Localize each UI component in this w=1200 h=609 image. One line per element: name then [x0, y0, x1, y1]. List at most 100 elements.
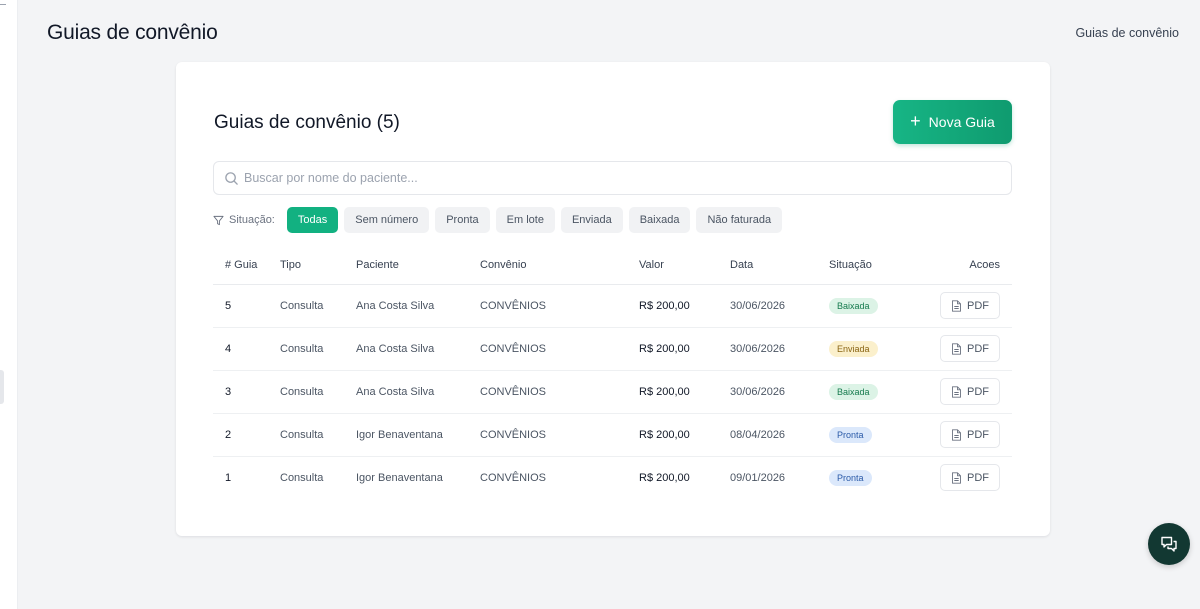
filter-label-group: Situação:: [213, 214, 275, 226]
cell-convenio: CONVÊNIOS: [480, 471, 547, 484]
status-badge: Pronta: [829, 469, 872, 486]
status-badge: Baixada: [829, 297, 878, 314]
status-badge: Pronta: [829, 426, 872, 443]
sidebar-collapse-handle[interactable]: [0, 370, 4, 404]
cell-data: 09/01/2026: [730, 471, 786, 484]
col-header-acoes: Acoes: [909, 246, 1012, 285]
cell-guia: 1: [225, 471, 232, 484]
cell-data: 30/06/2026: [730, 327, 829, 371]
cell-situacao: Enviada: [829, 327, 909, 371]
col-header-paciente[interactable]: Paciente: [356, 246, 480, 285]
pdf-label: PDF: [967, 385, 989, 398]
cell-data: 30/06/2026: [730, 370, 829, 414]
left-sidebar-strip: [0, 0, 18, 609]
pdf-button[interactable]: PDF: [940, 421, 1000, 448]
filter-chip-nao-faturada[interactable]: Não faturada: [696, 207, 783, 233]
filter-chip-todas[interactable]: Todas: [286, 207, 339, 233]
cell-guia: 4: [213, 327, 280, 371]
table-row[interactable]: 4 Consulta Ana Costa Silva CONVÊNIOS R$ …: [213, 327, 1012, 371]
new-guide-button[interactable]: + Nova Guia: [893, 100, 1012, 144]
search-icon: [225, 172, 238, 185]
search-box[interactable]: [213, 161, 1012, 195]
table-header-row: # Guia Tipo Paciente Convênio Valor Data…: [213, 246, 1012, 285]
plus-icon: +: [910, 111, 921, 131]
cell-valor: R$ 200,00: [639, 370, 730, 414]
cell-guia: 3: [213, 370, 280, 414]
card-title: Guias de convênio (5): [214, 112, 400, 133]
sidebar-tick: [0, 4, 6, 5]
pdf-button[interactable]: PDF: [940, 292, 1000, 319]
cell-convenio: CONVÊNIOS: [480, 327, 639, 371]
status-badge: Baixada: [829, 383, 878, 400]
cell-situacao: Baixada: [829, 370, 909, 414]
pdf-button[interactable]: PDF: [940, 464, 1000, 492]
cell-convenio: CONVÊNIOS: [480, 284, 639, 328]
table-row[interactable]: 1 Consulta Igor Benaventana CONVÊNIOS R$…: [213, 456, 1012, 499]
filter-chip-baixada[interactable]: Baixada: [628, 207, 691, 233]
chat-button[interactable]: [1148, 523, 1190, 565]
cell-convenio: CONVÊNIOS: [480, 370, 639, 414]
cell-paciente: Igor Benaventana: [356, 471, 443, 484]
filter-chip-pronta[interactable]: Pronta: [435, 207, 490, 233]
table-row[interactable]: 2 Consulta Igor Benaventana CONVÊNIOS R$…: [213, 413, 1012, 457]
new-guide-label: Nova Guia: [928, 114, 995, 130]
pdf-label: PDF: [967, 471, 989, 484]
file-icon: [952, 385, 961, 398]
page-header: Guias de convênio Guias de convênio: [18, 0, 1200, 62]
cell-acoes: PDF: [909, 413, 1012, 457]
cell-paciente: Ana Costa Silva: [356, 284, 480, 328]
cell-valor: R$ 200,00: [639, 471, 690, 484]
cell-tipo: Consulta: [280, 413, 356, 457]
col-header-situacao[interactable]: Situação: [829, 246, 909, 285]
filter-chip-em-lote[interactable]: Em lote: [495, 207, 555, 233]
filter-icon: [213, 215, 224, 225]
chat-icon: [1161, 536, 1177, 552]
filter-chip-enviada[interactable]: Enviada: [560, 207, 623, 233]
cell-valor: R$ 200,00: [639, 327, 730, 371]
cell-acoes: PDF: [909, 327, 1012, 371]
cell-situacao: Pronta: [829, 413, 909, 457]
status-filters: Situação: Todas Sem número Pronta Em lot…: [213, 207, 783, 233]
file-icon: [952, 342, 961, 355]
cell-valor: R$ 200,00: [639, 413, 730, 457]
col-header-guia[interactable]: # Guia: [213, 246, 280, 285]
col-header-data[interactable]: Data: [730, 246, 829, 285]
cell-data: 08/04/2026: [730, 413, 829, 457]
cell-data: 30/06/2026: [730, 284, 829, 328]
cell-valor: R$ 200,00: [639, 284, 730, 328]
pdf-label: PDF: [967, 342, 989, 355]
table-row[interactable]: 3 Consulta Ana Costa Silva CONVÊNIOS R$ …: [213, 370, 1012, 414]
cell-acoes: PDF: [909, 370, 1012, 414]
cell-tipo: Consulta: [280, 284, 356, 328]
guides-table: # Guia Tipo Paciente Convênio Valor Data…: [213, 246, 1012, 499]
breadcrumb[interactable]: Guias de convênio: [1075, 26, 1179, 40]
pdf-button[interactable]: PDF: [940, 378, 1000, 405]
file-icon: [952, 472, 961, 484]
guides-card: Guias de convênio (5) + Nova Guia Situaç…: [176, 62, 1050, 536]
col-header-valor[interactable]: Valor: [639, 246, 730, 285]
file-icon: [952, 428, 961, 441]
pdf-label: PDF: [967, 299, 989, 312]
cell-situacao: Baixada: [829, 284, 909, 328]
cell-paciente: Ana Costa Silva: [356, 327, 480, 371]
status-badge: Enviada: [829, 340, 878, 357]
pdf-button[interactable]: PDF: [940, 335, 1000, 362]
cell-guia: 2: [213, 413, 280, 457]
filter-chip-sem-numero[interactable]: Sem número: [344, 207, 430, 233]
col-header-convenio[interactable]: Convênio: [480, 246, 639, 285]
cell-acoes: PDF: [909, 456, 1012, 499]
filter-label: Situação:: [229, 214, 275, 226]
col-header-tipo[interactable]: Tipo: [280, 246, 356, 285]
cell-situacao: Pronta: [829, 456, 909, 499]
table-row[interactable]: 5 Consulta Ana Costa Silva CONVÊNIOS R$ …: [213, 284, 1012, 328]
cell-tipo: Consulta: [280, 327, 356, 371]
cell-tipo: Consulta: [280, 370, 356, 414]
cell-paciente: Igor Benaventana: [356, 413, 480, 457]
cell-convenio: CONVÊNIOS: [480, 413, 639, 457]
pdf-label: PDF: [967, 428, 989, 441]
search-input[interactable]: [244, 162, 1004, 194]
cell-acoes: PDF: [909, 284, 1012, 328]
file-icon: [952, 299, 961, 312]
cell-paciente: Ana Costa Silva: [356, 370, 480, 414]
cell-tipo: Consulta: [280, 471, 324, 484]
